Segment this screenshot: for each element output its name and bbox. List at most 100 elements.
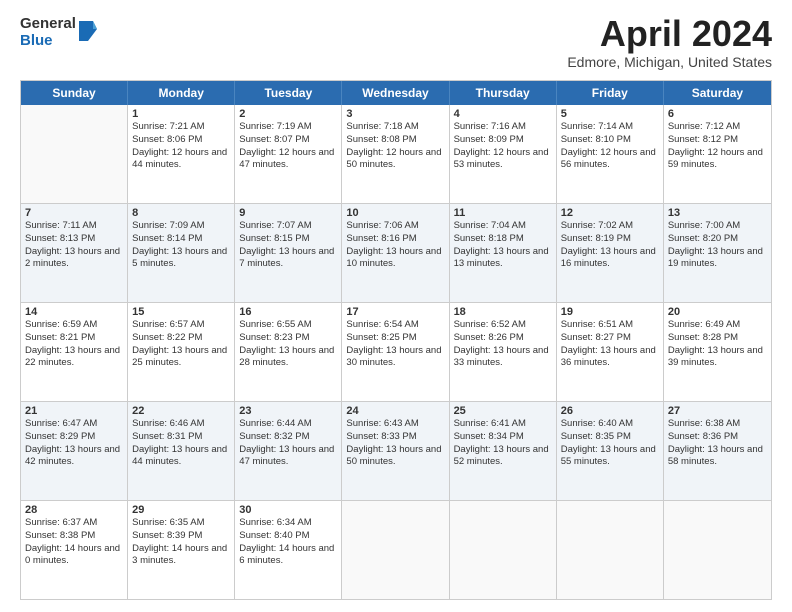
daylight-text: Daylight: 13 hours and 52 minutes. <box>454 444 552 470</box>
day-number: 9 <box>239 207 337 219</box>
table-row: 23Sunrise: 6:44 AMSunset: 8:32 PMDayligh… <box>235 402 342 500</box>
table-row: 12Sunrise: 7:02 AMSunset: 8:19 PMDayligh… <box>557 204 664 302</box>
daylight-text: Daylight: 12 hours and 53 minutes. <box>454 147 552 173</box>
day-number: 27 <box>668 405 767 417</box>
sunrise-text: Sunrise: 7:14 AM <box>561 121 659 134</box>
sunset-text: Sunset: 8:18 PM <box>454 233 552 246</box>
sunset-text: Sunset: 8:13 PM <box>25 233 123 246</box>
sunset-text: Sunset: 8:14 PM <box>132 233 230 246</box>
table-row <box>664 501 771 599</box>
header-thursday: Thursday <box>450 81 557 105</box>
sunset-text: Sunset: 8:16 PM <box>346 233 444 246</box>
day-number: 26 <box>561 405 659 417</box>
sunrise-text: Sunrise: 6:47 AM <box>25 418 123 431</box>
table-row: 15Sunrise: 6:57 AMSunset: 8:22 PMDayligh… <box>128 303 235 401</box>
sunrise-text: Sunrise: 7:07 AM <box>239 220 337 233</box>
day-number: 29 <box>132 504 230 516</box>
daylight-text: Daylight: 13 hours and 7 minutes. <box>239 246 337 272</box>
sunrise-text: Sunrise: 7:18 AM <box>346 121 444 134</box>
calendar-header: Sunday Monday Tuesday Wednesday Thursday… <box>21 81 771 105</box>
daylight-text: Daylight: 13 hours and 28 minutes. <box>239 345 337 371</box>
daylight-text: Daylight: 14 hours and 3 minutes. <box>132 543 230 569</box>
table-row: 3Sunrise: 7:18 AMSunset: 8:08 PMDaylight… <box>342 105 449 203</box>
week-row-0: 1Sunrise: 7:21 AMSunset: 8:06 PMDaylight… <box>21 105 771 204</box>
sunrise-text: Sunrise: 7:09 AM <box>132 220 230 233</box>
title-month: April 2024 <box>567 16 772 52</box>
table-row: 30Sunrise: 6:34 AMSunset: 8:40 PMDayligh… <box>235 501 342 599</box>
sunrise-text: Sunrise: 7:21 AM <box>132 121 230 134</box>
table-row: 18Sunrise: 6:52 AMSunset: 8:26 PMDayligh… <box>450 303 557 401</box>
daylight-text: Daylight: 12 hours and 59 minutes. <box>668 147 767 173</box>
daylight-text: Daylight: 13 hours and 36 minutes. <box>561 345 659 371</box>
sunrise-text: Sunrise: 7:11 AM <box>25 220 123 233</box>
table-row: 16Sunrise: 6:55 AMSunset: 8:23 PMDayligh… <box>235 303 342 401</box>
week-row-1: 7Sunrise: 7:11 AMSunset: 8:13 PM Daylight… <box>21 204 771 303</box>
daylight-text: Daylight: 14 hours and 6 minutes. <box>239 543 337 569</box>
sunrise-text: Sunrise: 6:34 AM <box>239 517 337 530</box>
header-friday: Friday <box>557 81 664 105</box>
day-number: 30 <box>239 504 337 516</box>
sunset-text: Sunset: 8:35 PM <box>561 431 659 444</box>
table-row <box>557 501 664 599</box>
day-number: 28 <box>25 504 123 516</box>
daylight-text: Daylight: 13 hours and 50 minutes. <box>346 444 444 470</box>
daylight-text: Daylight: 13 hours and 42 minutes. <box>25 444 123 470</box>
header-saturday: Saturday <box>664 81 771 105</box>
table-row: 21Sunrise: 6:47 AMSunset: 8:29 PMDayligh… <box>21 402 128 500</box>
table-row: 17Sunrise: 6:54 AMSunset: 8:25 PMDayligh… <box>342 303 449 401</box>
logo: General Blue <box>20 16 97 49</box>
calendar: Sunday Monday Tuesday Wednesday Thursday… <box>20 80 772 600</box>
sunrise-text: Sunrise: 6:43 AM <box>346 418 444 431</box>
table-row: 27Sunrise: 6:38 AMSunset: 8:36 PMDayligh… <box>664 402 771 500</box>
day-number: 2 <box>239 108 337 120</box>
sunset-text: Sunset: 8:31 PM <box>132 431 230 444</box>
calendar-body: 1Sunrise: 7:21 AMSunset: 8:06 PMDaylight… <box>21 105 771 599</box>
table-row <box>342 501 449 599</box>
table-row: 13Sunrise: 7:00 AMSunset: 8:20 PMDayligh… <box>664 204 771 302</box>
day-number: 25 <box>454 405 552 417</box>
day-number: 17 <box>346 306 444 318</box>
table-row <box>21 105 128 203</box>
sunset-text: Sunset: 8:25 PM <box>346 332 444 345</box>
daylight-text: Daylight: 12 hours and 50 minutes. <box>346 147 444 173</box>
day-number: 5 <box>561 108 659 120</box>
sunset-text: Sunset: 8:33 PM <box>346 431 444 444</box>
table-row: 2Sunrise: 7:19 AMSunset: 8:07 PMDaylight… <box>235 105 342 203</box>
table-row <box>450 501 557 599</box>
header: General Blue April 2024 Edmore, Michigan… <box>20 16 772 70</box>
sunrise-text: Sunrise: 6:35 AM <box>132 517 230 530</box>
daylight-text: Daylight: 13 hours and 33 minutes. <box>454 345 552 371</box>
sunrise-text: Sunrise: 7:00 AM <box>668 220 767 233</box>
sunrise-text: Sunrise: 6:54 AM <box>346 319 444 332</box>
table-row: 25Sunrise: 6:41 AMSunset: 8:34 PMDayligh… <box>450 402 557 500</box>
sunset-text: Sunset: 8:23 PM <box>239 332 337 345</box>
sunrise-text: Sunrise: 7:16 AM <box>454 121 552 134</box>
day-number: 7 <box>25 207 123 219</box>
week-row-2: 14Sunrise: 6:59 AMSunset: 8:21 PMDayligh… <box>21 303 771 402</box>
daylight-text: Daylight: 13 hours and 13 minutes. <box>454 246 552 272</box>
table-row: 24Sunrise: 6:43 AMSunset: 8:33 PMDayligh… <box>342 402 449 500</box>
sunset-text: Sunset: 8:19 PM <box>561 233 659 246</box>
day-number: 15 <box>132 306 230 318</box>
sunrise-text: Sunrise: 6:37 AM <box>25 517 123 530</box>
daylight-text: Daylight: 13 hours and 44 minutes. <box>132 444 230 470</box>
daylight-text: Daylight: 12 hours and 47 minutes. <box>239 147 337 173</box>
daylight-text: Daylight: 13 hours and 39 minutes. <box>668 345 767 371</box>
sunset-text: Sunset: 8:07 PM <box>239 134 337 147</box>
daylight-text: Daylight: 13 hours and 19 minutes. <box>668 246 767 272</box>
day-number: 24 <box>346 405 444 417</box>
sunrise-text: Sunrise: 6:57 AM <box>132 319 230 332</box>
daylight-text: Daylight: 13 hours and 16 minutes. <box>561 246 659 272</box>
table-row: 10Sunrise: 7:06 AMSunset: 8:16 PMDayligh… <box>342 204 449 302</box>
sunset-text: Sunset: 8:27 PM <box>561 332 659 345</box>
sunset-text: Sunset: 8:09 PM <box>454 134 552 147</box>
header-monday: Monday <box>128 81 235 105</box>
logo-icon <box>79 21 97 46</box>
day-number: 6 <box>668 108 767 120</box>
sunset-text: Sunset: 8:08 PM <box>346 134 444 147</box>
daylight-text: Daylight: 12 hours and 56 minutes. <box>561 147 659 173</box>
sunset-text: Sunset: 8:40 PM <box>239 530 337 543</box>
sunrise-text: Sunrise: 6:40 AM <box>561 418 659 431</box>
sunset-text: Sunset: 8:10 PM <box>561 134 659 147</box>
daylight-text: Daylight: 12 hours and 44 minutes. <box>132 147 230 173</box>
